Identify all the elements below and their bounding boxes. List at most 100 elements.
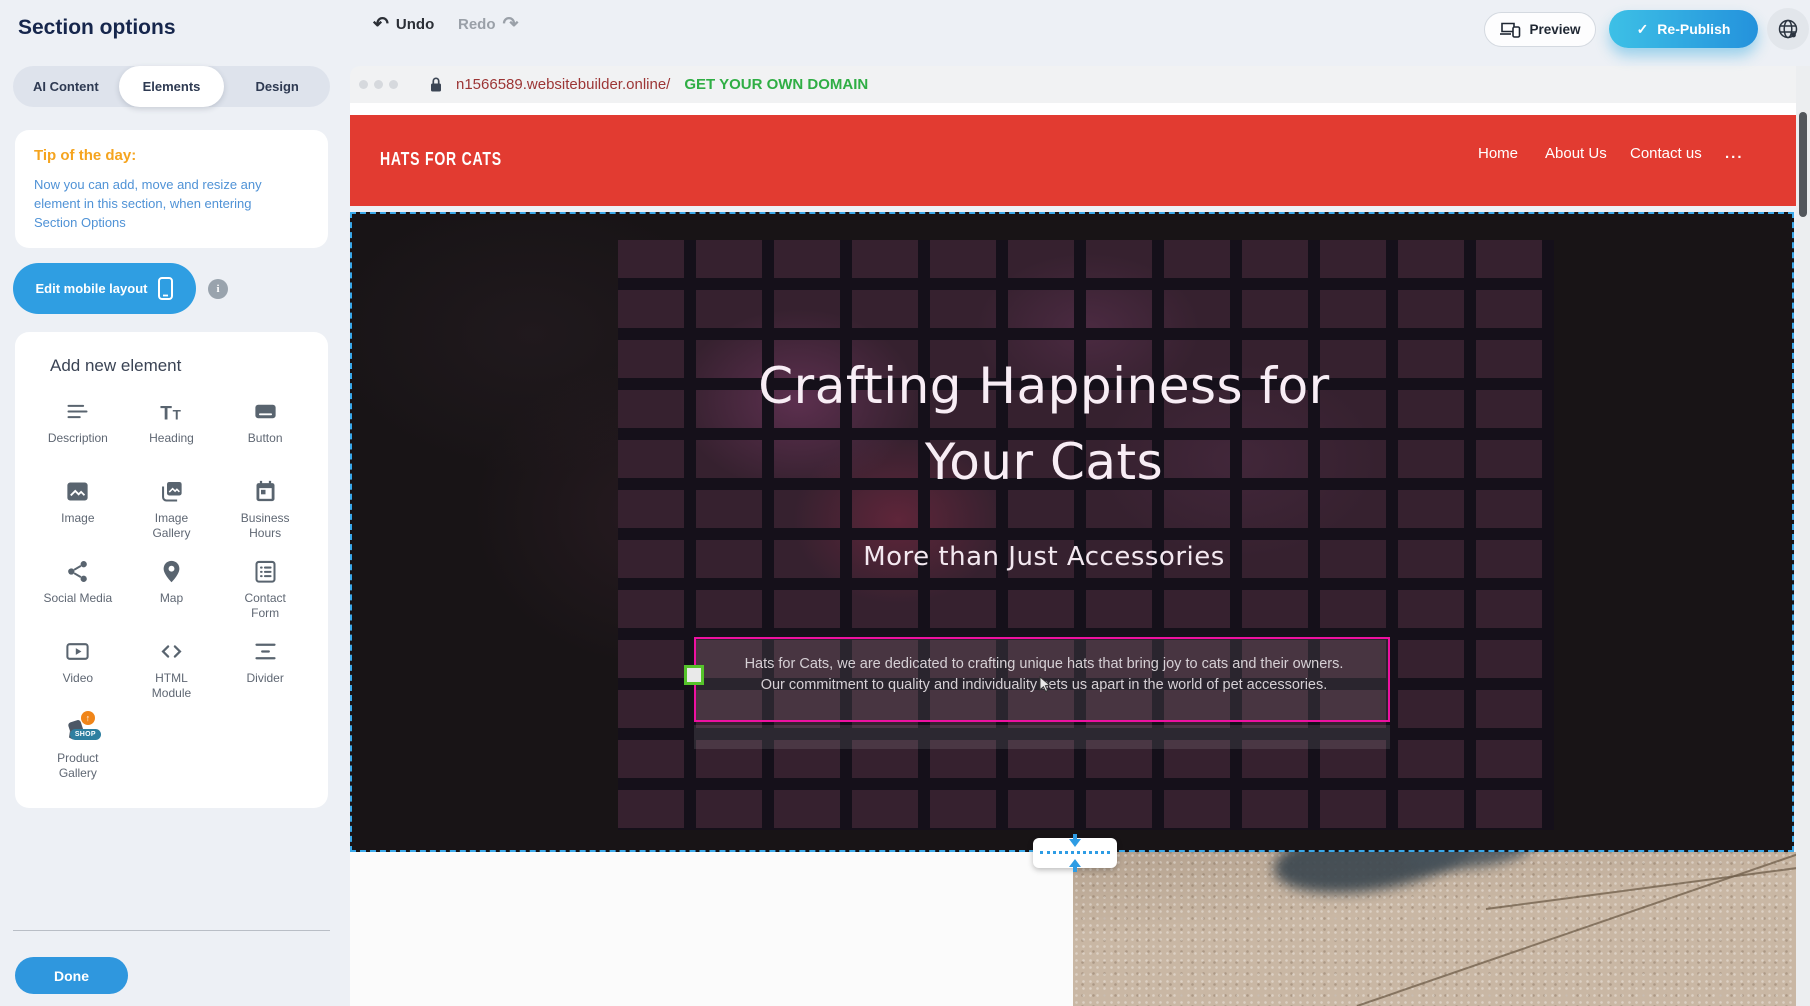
- business-hours-icon: [252, 478, 279, 505]
- tab-elements[interactable]: Elements: [119, 66, 225, 107]
- page-title: Section options: [18, 16, 176, 40]
- product-gallery-icon: SHOP ↑: [61, 715, 95, 745]
- element-label: Image Gallery: [135, 511, 207, 541]
- tip-of-the-day-card: Tip of the day: Now you can add, move an…: [15, 130, 328, 248]
- tab-ai-content[interactable]: AI Content: [13, 66, 119, 107]
- element-label: Button: [248, 431, 283, 446]
- selection-resize-handle[interactable]: [684, 665, 704, 685]
- pavement-texture: [1073, 852, 1796, 1006]
- element-label: Description: [48, 431, 108, 446]
- element-social-media[interactable]: Social Media: [31, 558, 125, 638]
- element-label: Heading: [149, 431, 194, 446]
- description-icon: [64, 398, 91, 425]
- element-button[interactable]: Button: [218, 398, 312, 478]
- site-logo[interactable]: HATS FOR CATS: [380, 149, 502, 170]
- language-globe-button[interactable]: [1767, 8, 1809, 50]
- browser-dot: [374, 80, 383, 89]
- globe-icon: [1776, 17, 1800, 41]
- element-grid: Description TT Heading Button Image Imag…: [31, 398, 312, 798]
- undo-label: Undo: [396, 16, 434, 33]
- devices-icon: [1499, 21, 1521, 38]
- nav-home[interactable]: Home: [1478, 145, 1518, 162]
- tab-design[interactable]: Design: [224, 66, 330, 107]
- social-media-icon: [64, 558, 91, 585]
- info-icon[interactable]: i: [208, 279, 228, 299]
- redo-button[interactable]: Redo ↷: [458, 15, 518, 34]
- element-product-gallery[interactable]: SHOP ↑ Product Gallery: [31, 718, 125, 798]
- nav-about-us[interactable]: About Us: [1545, 145, 1607, 162]
- undo-button[interactable]: ↶ Undo: [373, 15, 434, 34]
- mouse-cursor: [1039, 676, 1054, 693]
- republish-label: Re-Publish: [1657, 21, 1730, 37]
- edit-mobile-layout-button[interactable]: Edit mobile layout: [13, 263, 196, 314]
- preview-label: Preview: [1529, 22, 1580, 37]
- site-header[interactable]: HATS FOR CATS Home About Us Contact us .…: [350, 115, 1796, 206]
- contact-form-icon: [252, 558, 279, 585]
- phone-icon: [158, 277, 173, 300]
- next-section-background[interactable]: [350, 852, 1073, 1006]
- shop-badge: SHOP: [70, 729, 101, 740]
- element-label: Product Gallery: [42, 751, 114, 781]
- code-icon: [158, 638, 185, 665]
- resize-dotted-line: [1040, 851, 1110, 854]
- sidebar-tabs: AI Content Elements Design: [13, 66, 330, 107]
- element-contact-form[interactable]: Contact Form: [218, 558, 312, 638]
- scrollbar-thumb[interactable]: [1799, 112, 1807, 217]
- tip-body: Now you can add, move and resize any ele…: [34, 175, 296, 232]
- video-icon: [64, 638, 91, 665]
- upgrade-badge-icon: ↑: [81, 711, 95, 725]
- element-image-gallery[interactable]: Image Gallery: [125, 478, 219, 558]
- edit-mobile-label: Edit mobile layout: [36, 281, 148, 296]
- add-new-element-panel: Add new element Description TT Heading B…: [15, 332, 328, 808]
- done-button[interactable]: Done: [15, 957, 128, 994]
- image-icon: [64, 478, 91, 505]
- url-text[interactable]: n1566589.websitebuilder.online/: [456, 76, 670, 93]
- top-toolbar: Section options ↶ Undo Redo ↷ Preview ✓ …: [0, 0, 1810, 60]
- preview-button[interactable]: Preview: [1484, 12, 1596, 47]
- check-icon: ✓: [1637, 21, 1649, 38]
- element-video[interactable]: Video: [31, 638, 125, 718]
- element-label: Divider: [246, 671, 283, 686]
- hero-subheading[interactable]: More than Just Accessories: [352, 542, 1736, 572]
- element-description[interactable]: Description: [31, 398, 125, 478]
- element-heading[interactable]: TT Heading: [125, 398, 219, 478]
- lock-icon: [428, 76, 444, 93]
- tip-title: Tip of the day:: [34, 147, 309, 164]
- element-label: Social Media: [43, 591, 112, 606]
- arrow-stem: [1073, 834, 1077, 840]
- button-icon: [252, 398, 279, 425]
- nav-contact-us[interactable]: Contact us: [1630, 145, 1702, 162]
- browser-chrome: n1566589.websitebuilder.online/ GET YOUR…: [350, 66, 1810, 103]
- republish-button[interactable]: ✓ Re-Publish: [1609, 10, 1758, 48]
- heading-icon: TT: [158, 398, 185, 425]
- image-gallery-icon: [158, 478, 185, 505]
- hero-heading[interactable]: Crafting Happiness for Your Cats: [352, 348, 1736, 500]
- divider-icon: [252, 638, 279, 665]
- map-pin-icon: [158, 558, 185, 585]
- preview-scrollbar[interactable]: [1796, 66, 1810, 1006]
- section-options-sidebar: AI Content Elements Design Tip of the da…: [0, 0, 350, 1006]
- element-business-hours[interactable]: Business Hours: [218, 478, 312, 558]
- get-domain-link[interactable]: GET YOUR OWN DOMAIN: [684, 76, 868, 93]
- element-divider[interactable]: Divider: [218, 638, 312, 718]
- nav-more-button[interactable]: ...: [1725, 145, 1744, 162]
- section-height-resize-handle[interactable]: [1033, 838, 1117, 868]
- arrow-down-icon: [1069, 839, 1081, 847]
- svg-text:T: T: [173, 407, 182, 422]
- element-hover-highlight: [694, 725, 1390, 749]
- redo-icon: ↷: [503, 15, 519, 34]
- hero-section-selected[interactable]: Crafting Happiness for Your Cats More th…: [350, 212, 1794, 852]
- svg-text:T: T: [160, 403, 172, 424]
- page-background: [350, 103, 1796, 115]
- redo-label: Redo: [458, 16, 496, 33]
- add-new-element-title: Add new element: [50, 356, 312, 376]
- site-preview: n1566589.websitebuilder.online/ GET YOUR…: [350, 60, 1810, 1006]
- element-label: Image: [61, 511, 94, 526]
- pavement-photo[interactable]: [1073, 852, 1796, 1006]
- element-html-module[interactable]: HTML Module: [125, 638, 219, 718]
- arrow-stem: [1073, 866, 1077, 872]
- browser-dot: [389, 80, 398, 89]
- element-map[interactable]: Map: [125, 558, 219, 638]
- element-image[interactable]: Image: [31, 478, 125, 558]
- element-label: Contact Form: [229, 591, 301, 621]
